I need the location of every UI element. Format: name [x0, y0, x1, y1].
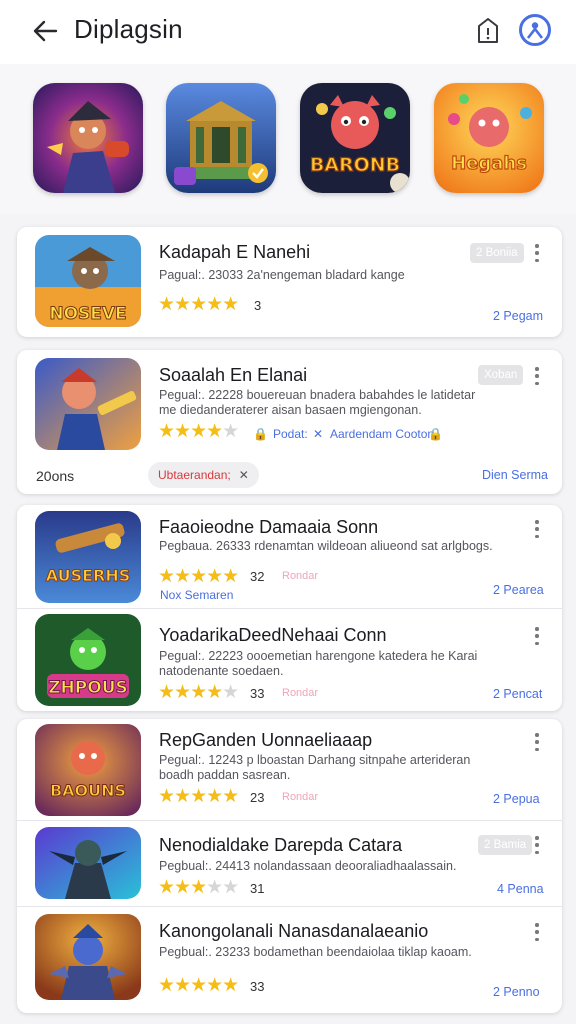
status-badge: 2 Bamia — [478, 835, 533, 855]
get-button[interactable]: 2 Penno — [493, 985, 540, 999]
star-rating: ★★★★★ — [158, 421, 239, 442]
app-icon-ausers-logo: AUSERHS — [46, 566, 131, 585]
featured-hegahs-logo: Hegahs — [451, 153, 527, 174]
developer-link[interactable]: Nox Semaren — [160, 588, 233, 602]
get-button[interactable]: 2 Pepua — [493, 792, 540, 806]
featured-baronb-game-tile[interactable]: BARONB — [300, 83, 410, 193]
app-description: Pegbual:. 23233 bodamethan beendaiolaa t… — [159, 945, 472, 959]
lock-icon: 🔒 — [428, 427, 443, 441]
app-description: Pegbaua. 26333 rdenamtan wildeoan aliueo… — [159, 539, 493, 553]
rating-count: 31 — [250, 881, 265, 896]
open-button[interactable]: Dien Serma — [482, 468, 548, 482]
app-description: Pagual:. 23033 2a'nengeman bladard kange — [159, 268, 405, 282]
app-icon-zhpous[interactable]: ZHPOUS — [35, 614, 141, 706]
featured-baronb-logo: BARONB — [310, 154, 400, 176]
app-card-4: BAOUNS RepGanden Uonnaeliaaap Pegual:. 1… — [17, 719, 562, 1013]
get-button[interactable]: 2 Pearea — [493, 583, 544, 597]
rating-count: 33 — [250, 979, 265, 994]
list-item: ZHPOUS YoadarikaDeedNehaai Conn Pegual:.… — [17, 609, 562, 711]
downloads-count: 20ons — [36, 468, 75, 484]
rating-count: 23 — [250, 790, 265, 805]
list-item: Kanongolanali Nanasdanalaeanio Pegbual:.… — [17, 907, 562, 1013]
back-arrow-icon[interactable] — [30, 16, 60, 46]
list-item: Nenodialdake Darepda Catara Pegbual:. 24… — [17, 821, 562, 906]
app-icon-nenodialdake[interactable] — [35, 827, 141, 899]
publisher-label: Podat: — [273, 427, 308, 441]
app-description-line2: natodenante soedaen. — [159, 664, 284, 678]
app-name[interactable]: Faaoieodne Damaaia Sonn — [159, 517, 378, 538]
star-rating: ★★★★★ — [158, 294, 239, 315]
status-badge: 2 Boniia — [470, 243, 524, 263]
list-item: AUSERHS Faaoieodne Damaaia Sonn Pegbaua.… — [17, 505, 562, 608]
store-icon-1: 🔒 — [253, 427, 268, 441]
featured-carousel: BARONB Hegahs — [0, 64, 576, 214]
app-description: Pegual:. 12243 p lboastan Darhang sitnpa… — [159, 753, 471, 767]
app-description: Pegual:. 22228 bouereuan bnadera babahde… — [159, 388, 476, 402]
more-options-icon[interactable] — [532, 733, 542, 751]
app-icon-baouns[interactable]: BAOUNS — [35, 724, 141, 816]
more-options-icon[interactable] — [532, 367, 542, 385]
list-item: BAOUNS RepGanden Uonnaeliaaap Pegual:. 1… — [17, 719, 562, 820]
app-name[interactable]: Kadapah E Nanehi — [159, 242, 310, 263]
app-name[interactable]: RepGanden Uonnaeliaaap — [159, 730, 372, 751]
app-icon-soaalah[interactable] — [35, 358, 141, 450]
top-app-bar: Diplagsin — [0, 0, 576, 64]
chip-label: Ubtaerandan; — [158, 468, 231, 482]
app-icon-zhpous-logo: ZHPOUS — [48, 678, 128, 698]
app-card-1: NOSEVE Kadapah E Nanehi Pagual:. 23033 2… — [17, 227, 562, 337]
notification-icon[interactable] — [474, 16, 502, 46]
rating-note: Rondar — [282, 791, 319, 803]
app-card-2: Soaalah En Elanai Pegual:. 22228 bouereu… — [17, 350, 562, 494]
chip-close-icon[interactable]: ✕ — [239, 468, 249, 482]
app-icon-noseve[interactable]: NOSEVE — [35, 235, 141, 327]
app-name[interactable]: Soaalah En Elanai — [159, 365, 307, 386]
app-icon-noseve-logo: NOSEVE — [49, 304, 126, 324]
more-options-icon[interactable] — [532, 836, 542, 854]
app-name[interactable]: Kanongolanali Nanasdanalaeanio — [159, 921, 428, 942]
rating-note: Rondar — [282, 570, 319, 582]
star-rating: ★★★★★ — [158, 682, 239, 703]
rating-count: 33 — [250, 686, 265, 701]
rating-note: Rondar — [282, 687, 319, 699]
get-button[interactable]: 2 Pencat — [493, 687, 542, 701]
featured-hegahs-game-tile[interactable]: Hegahs — [434, 83, 544, 193]
app-description-line2: me diedanderaterer aisan basaen mgiengon… — [159, 403, 422, 417]
star-rating: ★★★★★ — [158, 786, 239, 807]
app-card-3: AUSERHS Faaoieodne Damaaia Sonn Pegbaua.… — [17, 505, 562, 711]
more-options-icon[interactable] — [532, 520, 542, 538]
app-name[interactable]: YoadarikaDeedNehaai Conn — [159, 625, 387, 646]
more-options-icon[interactable] — [532, 627, 542, 645]
rating-count: 3 — [254, 298, 262, 313]
get-button[interactable]: 4 Penna — [497, 882, 544, 896]
publisher-name[interactable]: Aardendam Cooton — [330, 427, 434, 441]
app-description: Pegbual:. 24413 nolandassaan deooraliadh… — [159, 859, 457, 873]
more-options-icon[interactable] — [532, 244, 542, 262]
filter-chip[interactable]: Ubtaerandan; ✕ — [148, 462, 259, 488]
star-rating: ★★★★★ — [158, 566, 239, 587]
app-description-line2: boadh paddan sasrean. — [159, 768, 291, 782]
app-icon-kanongolanali[interactable] — [35, 914, 141, 1000]
page-title: Diplagsin — [74, 14, 183, 44]
rating-count: 32 — [250, 569, 265, 584]
account-icon[interactable] — [519, 14, 551, 46]
x-icon: ✕ — [313, 427, 324, 441]
app-icon-ausers[interactable]: AUSERHS — [35, 511, 141, 603]
star-rating: ★★★★★ — [158, 975, 239, 996]
status-badge: Xoban — [478, 365, 524, 385]
get-button[interactable]: 2 Pegam — [493, 309, 543, 323]
app-description: Pegual:. 22223 oooemetian harengone kate… — [159, 649, 478, 663]
app-icon-baouns-logo: BAOUNS — [50, 781, 126, 800]
more-options-icon[interactable] — [532, 923, 542, 941]
star-rating: ★★★★★ — [158, 877, 239, 898]
app-name[interactable]: Nenodialdake Darepda Catara — [159, 835, 402, 856]
featured-temple-game-tile[interactable] — [166, 83, 276, 193]
featured-hero-game-tile[interactable] — [33, 83, 143, 193]
